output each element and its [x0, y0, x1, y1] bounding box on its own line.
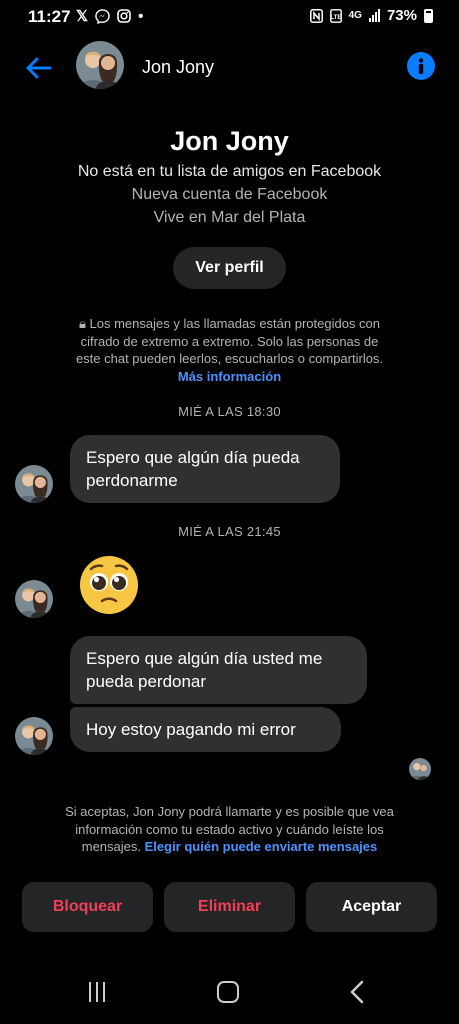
accept-button[interactable]: Aceptar [306, 882, 437, 932]
avatar [15, 580, 53, 618]
signal-icon [368, 9, 380, 22]
request-actions: Bloquear Eliminar Aceptar [22, 882, 437, 932]
message-bubble[interactable]: Hoy estoy pagando mi error [70, 707, 341, 752]
encryption-text: Los mensajes y las llamadas están proteg… [75, 316, 384, 367]
status-right: LTE 4G 73% [309, 7, 433, 24]
x-app-icon: 𝕏 [76, 8, 89, 25]
message-timestamp: MIÉ A LAS 21:45 [178, 524, 281, 539]
profile-account-note: Nueva cuenta de Facebook [131, 186, 328, 203]
recent-apps-icon[interactable] [89, 982, 105, 1002]
delete-button[interactable]: Eliminar [164, 882, 295, 932]
seen-avatar [409, 758, 431, 780]
profile-relation: No está en tu lista de amigos en Faceboo… [77, 163, 382, 180]
block-button[interactable]: Bloquear [22, 882, 153, 932]
choose-who-can-message-link[interactable]: Elegir quién puede enviarte mensajes [145, 839, 378, 854]
back-arrow-icon[interactable] [22, 52, 54, 84]
chat-header: Jon Jony [0, 34, 459, 100]
status-time: 11:27 [28, 7, 71, 26]
more-notifications-dot: • [138, 7, 144, 25]
profile-summary: Jon Jony No está en tu lista de amigos e… [0, 100, 459, 385]
encryption-notice: 🔒︎ Los mensajes y las llamadas están pro… [70, 315, 390, 385]
view-profile-button[interactable]: Ver perfil [173, 247, 286, 289]
learn-more-link[interactable]: Más información [178, 369, 281, 384]
profile-name: Jon Jony [170, 126, 289, 156]
system-nav-bar [0, 968, 459, 1024]
message-request-notice: Si aceptas, Jon Jony podrá llamarte y es… [0, 803, 459, 856]
network-type: 4G [348, 10, 362, 21]
svg-text:LTE: LTE [330, 15, 341, 21]
nav-back-icon[interactable] [348, 980, 368, 1004]
message-bubble[interactable]: Espero que algún día usted me pueda perd… [70, 636, 367, 704]
nfc-icon [309, 8, 323, 23]
battery-percent: 73% [386, 7, 417, 24]
info-icon[interactable] [407, 52, 435, 80]
lock-icon: 🔒︎ [78, 316, 86, 331]
profile-location: Vive en Mar del Plata [153, 209, 306, 226]
home-icon[interactable] [217, 981, 239, 1003]
notification-icons: 𝕏 • [76, 7, 144, 26]
status-bar: 11:27 𝕏 • LTE 4G 73% [0, 0, 459, 34]
pleading-face-emoji[interactable] [78, 554, 140, 625]
instagram-icon [117, 9, 131, 23]
avatar [15, 717, 53, 755]
avatar [15, 465, 53, 503]
volte-icon: LTE [329, 8, 342, 23]
contact-name[interactable]: Jon Jony [142, 57, 214, 78]
message-timestamp: MIÉ A LAS 18:30 [178, 404, 281, 419]
messenger-icon [95, 8, 110, 24]
avatar[interactable] [76, 41, 124, 89]
message-bubble[interactable]: Espero que algún día pueda perdonarme [70, 435, 340, 503]
battery-icon [424, 8, 433, 23]
